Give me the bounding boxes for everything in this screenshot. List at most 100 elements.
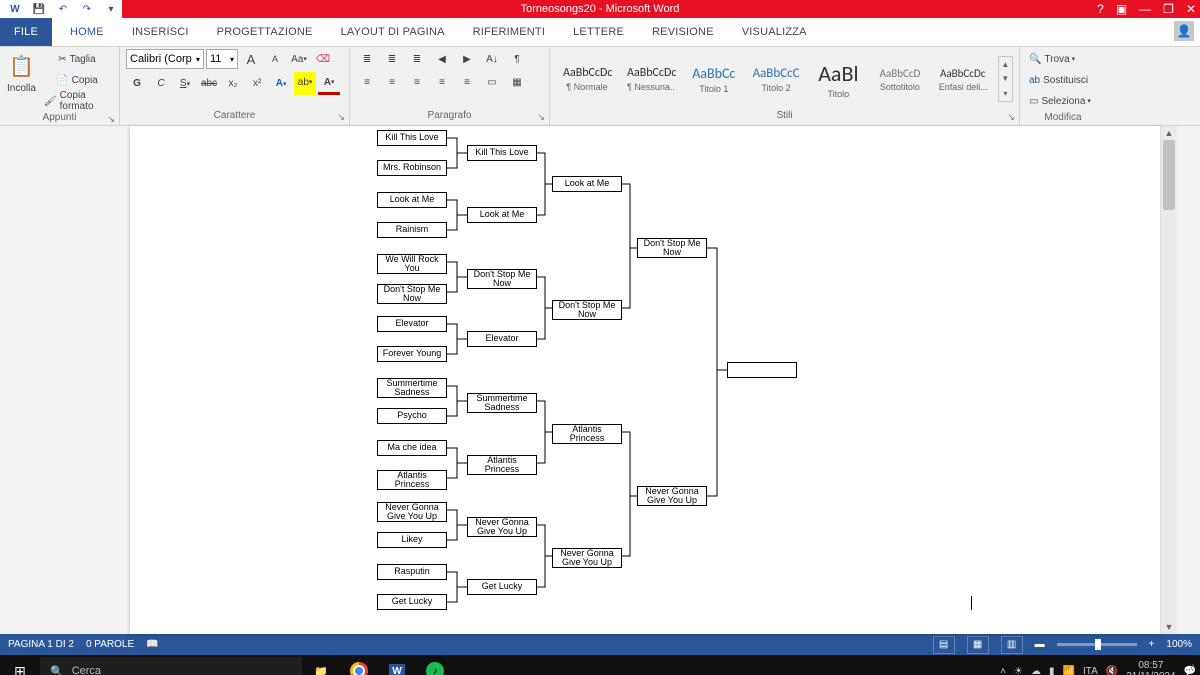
- align-center-button[interactable]: ≡: [381, 72, 403, 92]
- style-titolo-2[interactable]: AaBbCcCTitolo 2: [746, 65, 807, 94]
- style-enfasi-deli-[interactable]: AaBbCcDcEnfasi deli...: [932, 66, 994, 93]
- bracket-r1-5[interactable]: Don't Stop Me Now: [377, 284, 447, 304]
- tab-progettazione[interactable]: PROGETTAZIONE: [203, 18, 327, 46]
- bracket-r4-0[interactable]: Don't Stop Me Now: [637, 238, 707, 258]
- bracket-r2-4[interactable]: Summertime Sadness: [467, 393, 537, 413]
- style-titolo[interactable]: AaBlTitolo: [809, 59, 869, 100]
- zoom-out-button[interactable]: ▬: [1035, 639, 1045, 650]
- shading-button[interactable]: ▭: [481, 72, 503, 92]
- bracket-r5-0[interactable]: [727, 362, 797, 378]
- clear-format-button[interactable]: ⌫: [312, 49, 334, 69]
- scroll-up-button[interactable]: ▲: [1161, 126, 1177, 140]
- help-button[interactable]: ?: [1097, 2, 1104, 16]
- tab-lettere[interactable]: LETTERE: [559, 18, 638, 46]
- line-spacing-button[interactable]: ≡: [456, 72, 478, 92]
- bracket-r3-2[interactable]: Atlantis Princess: [552, 424, 622, 444]
- bracket-r1-9[interactable]: Psycho: [377, 408, 447, 424]
- numbering-button[interactable]: ≣: [381, 49, 403, 69]
- strike-button[interactable]: abc: [198, 74, 220, 94]
- styles-more-button[interactable]: ▲▼▾: [998, 56, 1013, 102]
- bracket-r3-1[interactable]: Don't Stop Me Now: [552, 300, 622, 320]
- indent-button[interactable]: ▶: [456, 49, 478, 69]
- bold-button[interactable]: G: [126, 74, 148, 94]
- zoom-in-button[interactable]: +: [1149, 639, 1155, 650]
- minimize-button[interactable]: —: [1139, 2, 1151, 16]
- change-case-button[interactable]: Aa▾: [288, 49, 310, 69]
- save-button[interactable]: 💾: [28, 0, 50, 18]
- print-layout-button[interactable]: ▦: [967, 636, 989, 654]
- tray-wifi-icon[interactable]: 📶: [1063, 666, 1075, 675]
- tab-file[interactable]: FILE: [0, 18, 52, 46]
- bracket-r1-4[interactable]: We Will Rock You: [377, 254, 447, 274]
- zoom-slider[interactable]: [1057, 643, 1137, 646]
- bracket-r1-10[interactable]: Ma che idea: [377, 440, 447, 456]
- justify-button[interactable]: ≡: [431, 72, 453, 92]
- scroll-thumb[interactable]: [1163, 140, 1175, 210]
- read-mode-button[interactable]: ▤: [933, 636, 955, 654]
- bracket-r1-7[interactable]: Forever Young: [377, 346, 447, 362]
- font-color-button[interactable]: A▾: [318, 72, 340, 95]
- style-sottotitolo[interactable]: AaBbCcDSottotitolo: [870, 66, 930, 93]
- bracket-r2-2[interactable]: Don't Stop Me Now: [467, 269, 537, 289]
- qat-dropdown[interactable]: ▾: [100, 0, 122, 18]
- italic-button[interactable]: C: [150, 74, 172, 94]
- tray-volume-icon[interactable]: 🔇: [1106, 666, 1118, 675]
- dialog-launcher-icon[interactable]: ↘: [337, 110, 345, 124]
- bracket-r2-3[interactable]: Elevator: [467, 331, 537, 347]
- dialog-launcher-icon[interactable]: ↘: [1007, 110, 1015, 124]
- shrink-font-button[interactable]: A: [264, 49, 286, 69]
- underline-button[interactable]: S▾: [174, 74, 196, 94]
- bullets-button[interactable]: ≣: [356, 49, 378, 69]
- bracket-r1-3[interactable]: Rainism: [377, 222, 447, 238]
- tab-layout[interactable]: LAYOUT DI PAGINA: [327, 18, 459, 46]
- word-count[interactable]: 0 PAROLE: [86, 639, 134, 650]
- user-avatar[interactable]: 👤: [1174, 21, 1194, 41]
- style--nessuna-[interactable]: AaBbCcDc¶ Nessuna...: [620, 65, 682, 93]
- taskbar-search[interactable]: 🔍 Cerca: [40, 657, 302, 675]
- borders-button[interactable]: ▦: [506, 72, 528, 92]
- bracket-r3-0[interactable]: Look at Me: [552, 176, 622, 192]
- replace-button[interactable]: abSostituisci: [1026, 70, 1091, 90]
- redo-button[interactable]: ↷: [76, 0, 98, 18]
- zoom-level[interactable]: 100%: [1166, 639, 1192, 650]
- align-right-button[interactable]: ≡: [406, 72, 428, 92]
- tab-visualizza[interactable]: VISUALIZZA: [728, 18, 821, 46]
- vertical-scrollbar[interactable]: ▲ ▼: [1160, 126, 1177, 634]
- bracket-r2-0[interactable]: Kill This Love: [467, 145, 537, 161]
- bracket-r2-1[interactable]: Look at Me: [467, 207, 537, 223]
- tab-riferimenti[interactable]: RIFERIMENTI: [459, 18, 559, 46]
- taskbar-clock[interactable]: 08:57 21/11/2024: [1126, 660, 1175, 675]
- dialog-launcher-icon[interactable]: ↘: [537, 110, 545, 124]
- close-button[interactable]: ✕: [1186, 2, 1196, 16]
- bracket-r1-15[interactable]: Get Lucky: [377, 594, 447, 610]
- tray-onedrive-icon[interactable]: ☁: [1031, 666, 1041, 675]
- tab-inserisci[interactable]: INSERISCI: [118, 18, 203, 46]
- subscript-button[interactable]: x₂: [222, 74, 244, 94]
- bracket-r1-1[interactable]: Mrs. Robinson: [377, 160, 447, 176]
- tray-language-icon[interactable]: ITA: [1083, 666, 1098, 675]
- ribbon-options-button[interactable]: ▣: [1116, 2, 1127, 16]
- font-size-combo[interactable]: 11▾: [206, 49, 238, 69]
- outdent-button[interactable]: ◀: [431, 49, 453, 69]
- cut-button[interactable]: ✂Taglia: [41, 49, 113, 69]
- copy-button[interactable]: 📄Copia: [41, 70, 113, 90]
- select-button[interactable]: ▭Seleziona▾: [1026, 91, 1094, 111]
- align-left-button[interactable]: ≡: [356, 72, 378, 92]
- dialog-launcher-icon[interactable]: ↘: [107, 112, 115, 126]
- page[interactable]: Kill This Love Mrs. Robinson Look at Me Rai…: [130, 126, 1160, 634]
- superscript-button[interactable]: x²: [246, 74, 268, 94]
- page-indicator[interactable]: PAGINA 1 DI 2: [8, 639, 74, 650]
- bracket-r1-11[interactable]: Atlantis Princess: [377, 470, 447, 490]
- tray-weather-icon[interactable]: ☀: [1014, 666, 1023, 675]
- bracket-r1-8[interactable]: Summertime Sadness: [377, 378, 447, 398]
- bracket-r1-0[interactable]: Kill This Love: [377, 130, 447, 146]
- bracket-r1-13[interactable]: Likey: [377, 532, 447, 548]
- font-name-combo[interactable]: Calibri (Corp▾: [126, 49, 204, 69]
- format-painter-button[interactable]: 🖌Copia formato: [41, 91, 113, 111]
- scroll-down-button[interactable]: ▼: [1161, 620, 1177, 634]
- collapse-ribbon-button[interactable]: ˄: [1190, 662, 1196, 673]
- word-taskbar-icon[interactable]: W: [378, 655, 416, 675]
- bracket-r2-7[interactable]: Get Lucky: [467, 579, 537, 595]
- maximize-button[interactable]: ❐: [1163, 2, 1174, 16]
- spotify-icon[interactable]: ♪: [416, 655, 454, 675]
